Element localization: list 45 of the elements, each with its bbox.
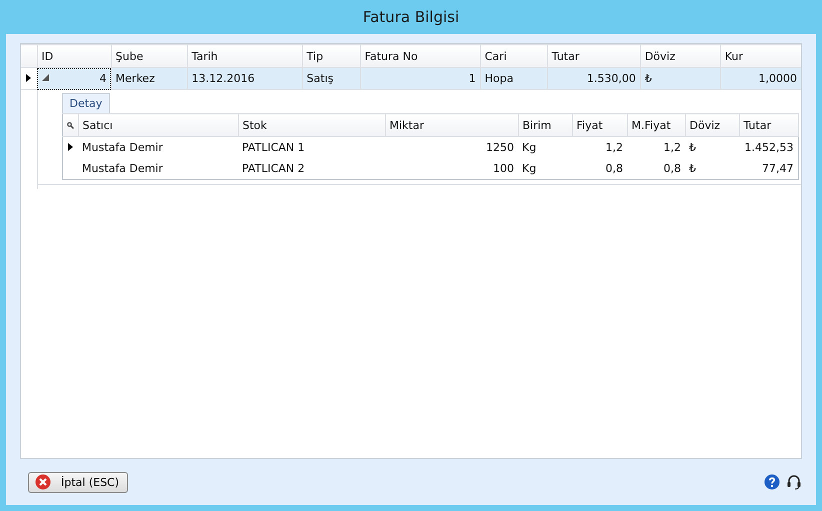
- column-header[interactable]: Fiyat: [572, 114, 627, 136]
- table-cell: PATLICAN 1: [238, 136, 385, 158]
- table-cell: 77,47: [739, 158, 798, 180]
- detail-tab[interactable]: Detay: [62, 93, 110, 113]
- table-cell: 1.530,00: [547, 68, 640, 90]
- column-header[interactable]: Tutar: [547, 44, 640, 68]
- column-header[interactable]: Stok: [238, 114, 385, 136]
- column-header[interactable]: Tutar: [739, 114, 798, 136]
- table-cell: ₺: [640, 68, 720, 90]
- table-cell: Merkez: [111, 68, 188, 90]
- cancel-button[interactable]: İptal (ESC): [28, 472, 128, 492]
- table-cell: Kg: [518, 136, 572, 158]
- table-cell: 13.12.2016: [187, 68, 302, 90]
- table-cell: Kg: [518, 158, 572, 180]
- table-cell: 4: [37, 68, 112, 90]
- column-header[interactable]: Şube: [111, 44, 188, 68]
- table-cell: 0,8: [627, 158, 685, 180]
- table-cell: 100: [385, 158, 518, 180]
- column-header[interactable]: Döviz: [640, 44, 720, 68]
- table-cell: 1,0000: [720, 68, 801, 90]
- column-header[interactable]: Fatura No: [360, 44, 480, 68]
- table-cell: ₺: [685, 158, 739, 180]
- table-cell: 1250: [385, 136, 518, 158]
- column-header[interactable]: Tarih: [187, 44, 302, 68]
- column-header[interactable]: ID: [37, 44, 112, 68]
- table-cell: 1.452,53: [739, 136, 798, 158]
- table-cell: 1,2: [627, 136, 685, 158]
- window-title: Fatura Bilgisi: [362, 8, 460, 26]
- table-cell: Satış: [302, 68, 360, 90]
- table-cell: 0,8: [572, 158, 627, 180]
- column-header[interactable]: Birim: [518, 114, 572, 136]
- column-header[interactable]: Miktar: [385, 114, 518, 136]
- table-cell: ₺: [685, 136, 739, 158]
- table-cell: 1: [360, 68, 480, 90]
- table-cell: PATLICAN 2: [238, 158, 385, 180]
- column-header[interactable]: Kur: [720, 44, 801, 68]
- column-header[interactable]: Döviz: [685, 114, 739, 136]
- column-header[interactable]: Cari: [480, 44, 548, 68]
- table-cell: Mustafa Demir: [78, 136, 238, 158]
- column-header[interactable]: Satıcı: [78, 114, 238, 136]
- column-header[interactable]: Tip: [302, 44, 360, 68]
- column-header[interactable]: M.Fiyat: [627, 114, 685, 136]
- table-cell: 1,2: [572, 136, 627, 158]
- table-cell: Hopa: [480, 68, 548, 90]
- table-cell: Mustafa Demir: [78, 158, 238, 180]
